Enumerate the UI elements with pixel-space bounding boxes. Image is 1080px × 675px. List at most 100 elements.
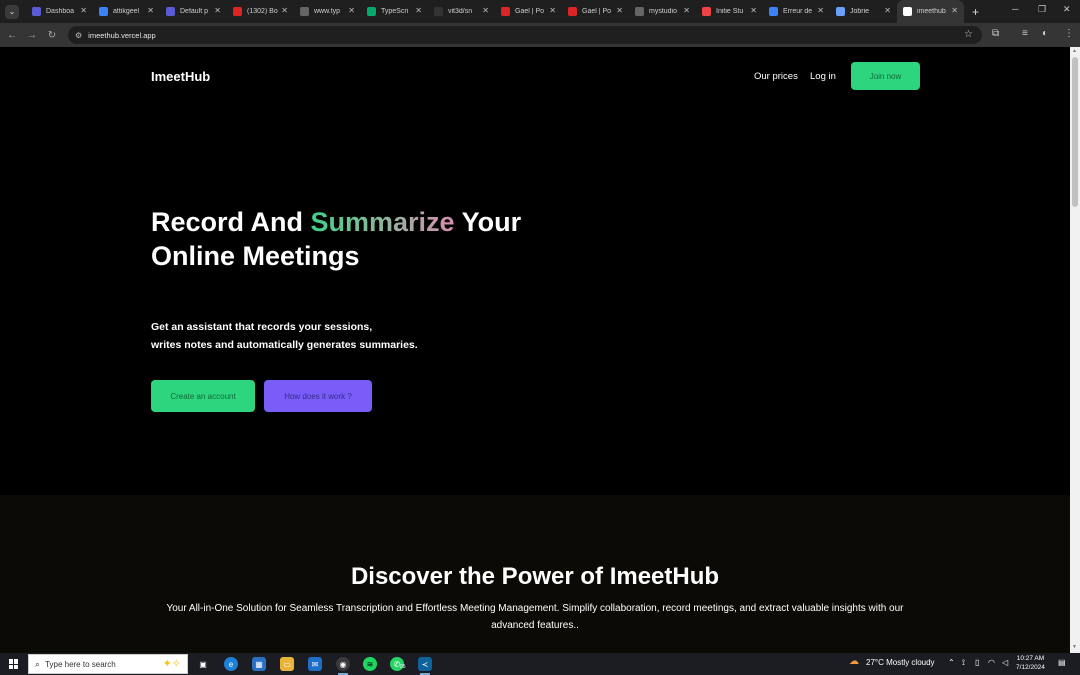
weather-icon[interactable]: ☁ xyxy=(849,656,859,667)
omnibox[interactable]: ⚙ imeethub.vercel.app ☆ xyxy=(68,26,982,44)
spotify-icon[interactable]: ≋ xyxy=(363,657,377,671)
scroll-thumb[interactable] xyxy=(1072,57,1078,207)
browser-tab[interactable]: Jobrie ✕ xyxy=(830,0,897,23)
tab-close-icon[interactable]: ✕ xyxy=(80,6,87,15)
browser-tab[interactable]: vit3d/sn ✕ xyxy=(428,0,495,23)
nav-log-in[interactable]: Log in xyxy=(810,71,836,82)
nav-our-prices[interactable]: Our prices xyxy=(754,71,798,82)
show-hidden-icons-icon[interactable]: ⌃ xyxy=(948,658,955,667)
browser-tab[interactable]: imeethub ✕ xyxy=(897,0,964,23)
back-icon[interactable]: ← xyxy=(2,30,22,41)
scroll-down-icon[interactable]: ▼ xyxy=(1072,644,1077,650)
hero-title-line2: Online Meetings xyxy=(151,241,360,271)
browser-tab[interactable]: TypeScri ✕ xyxy=(361,0,428,23)
battery-icon[interactable]: ▯ xyxy=(975,658,979,667)
tab-close-icon[interactable]: ✕ xyxy=(147,6,154,15)
tab-title: imeethub xyxy=(917,8,946,15)
more-menu-icon[interactable]: ⋮ xyxy=(1064,28,1074,39)
chrome-icon[interactable]: ◉ xyxy=(336,657,350,675)
page-scrollbar[interactable]: ▲ ▼ xyxy=(1070,47,1080,653)
join-now-button[interactable]: Join now xyxy=(851,62,920,90)
tab-title: Dashboa xyxy=(46,8,75,15)
create-account-button[interactable]: Create an account xyxy=(151,380,255,412)
weather-text[interactable]: 27°C Mostly cloudy xyxy=(866,658,935,667)
network-icon[interactable]: ⟟ xyxy=(962,658,965,668)
browser-tab[interactable]: Gael | Po ✕ xyxy=(562,0,629,23)
how-it-works-button[interactable]: How does it work ? xyxy=(264,380,372,412)
tab-title: attikgeel xyxy=(113,8,140,15)
taskbar-search-box[interactable]: ⌕ Type here to search ✦✧ xyxy=(28,654,188,674)
windows-taskbar: ⌕ Type here to search ✦✧ ▣ e ▦ ▭ ✉ ◉ ≋ ✆… xyxy=(0,653,1080,675)
minimize-icon[interactable]: ─ xyxy=(1012,4,1018,14)
browser-tab[interactable]: Initie Stu ✕ xyxy=(696,0,763,23)
taskbar-clock[interactable]: 10:27 AM 7/12/2024 xyxy=(1016,654,1045,672)
tab-close-icon[interactable]: ✕ xyxy=(750,6,757,15)
clock-time: 10:27 AM xyxy=(1016,655,1045,662)
tab-close-icon[interactable]: ✕ xyxy=(616,6,623,15)
browser-tab[interactable]: Erreur de ✕ xyxy=(763,0,830,23)
hero-title-part2: Your xyxy=(454,207,522,237)
browser-tab[interactable]: Gael | Po ✕ xyxy=(495,0,562,23)
browser-tab-bar: ⌄ Dashboa ✕ attikgeel ✕ Default p ✕ (1302) Bo ✕… xyxy=(0,0,1080,23)
browser-tab[interactable]: attikgeel ✕ xyxy=(93,0,160,23)
profile-avatar-icon[interactable]: ◐ xyxy=(1042,28,1048,39)
browser-tab[interactable]: (1302) Bo ✕ xyxy=(227,0,294,23)
tab-title: mystudio xyxy=(649,8,678,15)
whatsapp-badge: 95 xyxy=(400,664,406,670)
windows-start-icon[interactable] xyxy=(9,659,19,669)
wifi-icon[interactable]: ◠ xyxy=(988,658,995,667)
file-explorer-icon[interactable]: ▭ xyxy=(280,657,294,671)
tab-search-icon[interactable]: ⌄ xyxy=(5,4,19,19)
notifications-icon[interactable]: ▤ xyxy=(1058,658,1066,667)
tab-title: Initie Stu xyxy=(716,8,744,15)
tab-close-icon[interactable]: ✕ xyxy=(817,6,824,15)
tab-close-icon[interactable]: ✕ xyxy=(884,6,891,15)
tab-close-icon[interactable]: ✕ xyxy=(951,6,958,15)
browser-tab[interactable]: Default p ✕ xyxy=(160,0,227,23)
tab-close-icon[interactable]: ✕ xyxy=(549,6,556,15)
features-description: Your All-in-One Solution for Seamless Tr… xyxy=(166,603,904,631)
brand-logo[interactable]: ImeetHub xyxy=(151,69,210,84)
browser-tab[interactable]: mystudio ✕ xyxy=(629,0,696,23)
store-icon[interactable]: ▦ xyxy=(252,657,266,671)
edge-icon[interactable]: e xyxy=(224,657,238,671)
media-control-icon[interactable]: ≡ xyxy=(1022,28,1028,39)
tab-title: (1302) Bo xyxy=(247,8,278,15)
tab-title: Gael | Po xyxy=(515,8,545,15)
url-text[interactable]: imeethub.vercel.app xyxy=(88,31,156,40)
gael-icon xyxy=(568,7,577,16)
tab-close-icon[interactable]: ✕ xyxy=(281,6,288,15)
volume-icon[interactable]: ◁ xyxy=(1002,658,1008,667)
hero-sub-line1: Get an assistant that records your sessi… xyxy=(151,321,373,333)
restore-icon[interactable]: ❐ xyxy=(1038,4,1046,15)
browser-tab[interactable]: www.typ ✕ xyxy=(294,0,361,23)
tab-close-icon[interactable]: ✕ xyxy=(482,6,489,15)
tab-close-icon[interactable]: ✕ xyxy=(214,6,221,15)
features-title: Discover the Power of ImeetHub xyxy=(350,563,720,590)
task-view-icon[interactable]: ▣ xyxy=(196,657,210,671)
window-close-icon[interactable]: ✕ xyxy=(1063,4,1071,15)
bookmark-star-icon[interactable]: ☆ xyxy=(964,29,973,40)
tab-close-icon[interactable]: ✕ xyxy=(348,6,355,15)
reload-icon[interactable]: ↻ xyxy=(42,30,62,41)
tab-strip: Dashboa ✕ attikgeel ✕ Default p ✕ (1302) Bo ✕ ww… xyxy=(26,0,964,23)
doc-icon xyxy=(769,7,778,16)
web-page: ImeetHub Our prices Log in Join now Reco… xyxy=(0,47,1070,653)
globe-icon xyxy=(99,7,108,16)
site-info-icon[interactable]: ⚙ xyxy=(75,31,82,40)
tab-title: Erreur de xyxy=(783,8,813,15)
tab-title: Gael | Po xyxy=(582,8,612,15)
vscode-icon[interactable]: ≺ xyxy=(418,657,432,675)
web-icon xyxy=(300,7,309,16)
tab-close-icon[interactable]: ✕ xyxy=(683,6,690,15)
new-tab-icon[interactable]: + xyxy=(972,5,979,19)
forward-icon[interactable]: → xyxy=(22,30,42,41)
tab-close-icon[interactable]: ✕ xyxy=(415,6,422,15)
github-icon xyxy=(434,7,443,16)
browser-tab[interactable]: Dashboa ✕ xyxy=(26,0,93,23)
scroll-up-icon[interactable]: ▲ xyxy=(1072,48,1077,54)
hero-title-part1: Record And xyxy=(151,207,311,237)
extensions-icon[interactable]: ⧉ xyxy=(992,28,999,39)
mail-icon[interactable]: ✉ xyxy=(308,657,322,671)
search-placeholder: Type here to search xyxy=(45,659,116,669)
